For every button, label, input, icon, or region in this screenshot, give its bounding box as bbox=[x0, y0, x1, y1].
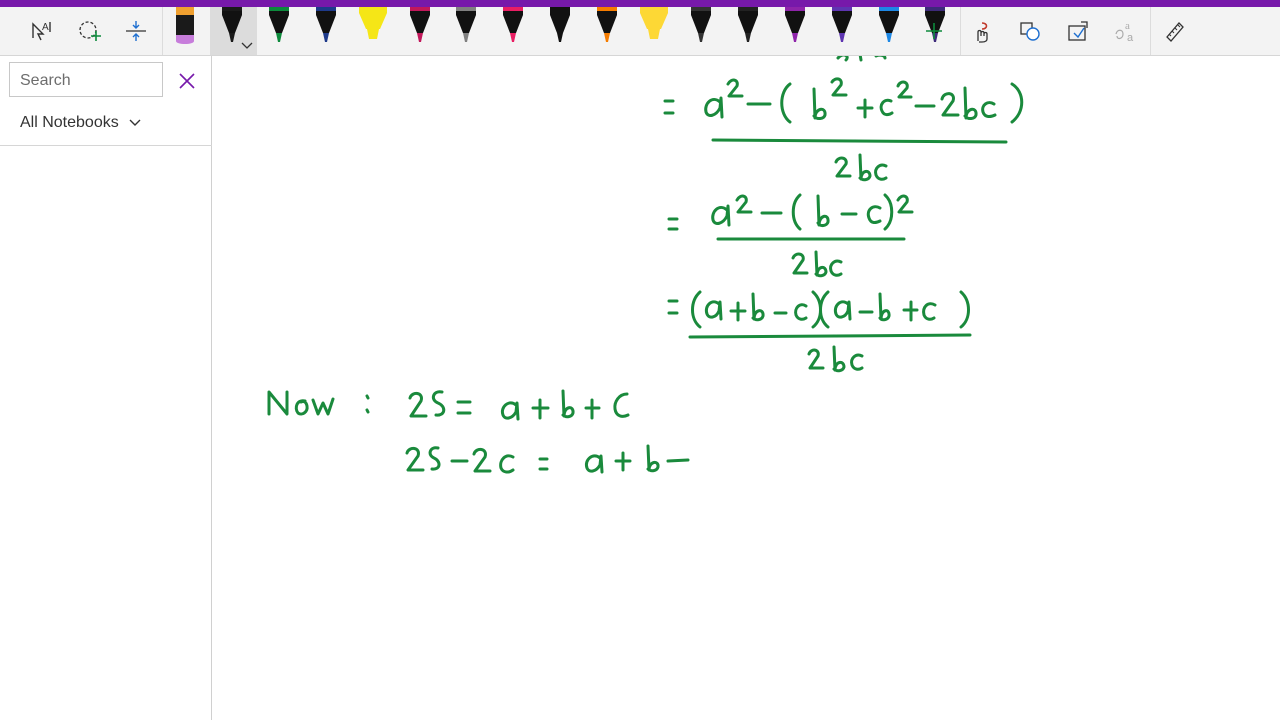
pen-icon bbox=[737, 7, 758, 42]
pen-icon bbox=[784, 7, 805, 42]
pen-icon bbox=[176, 7, 194, 44]
pen-5[interactable] bbox=[358, 7, 388, 55]
pen-icon bbox=[409, 7, 430, 42]
pen-9[interactable] bbox=[545, 7, 575, 55]
insert-space-icon[interactable] bbox=[118, 7, 154, 55]
chevron-down-icon[interactable] bbox=[240, 39, 254, 53]
pen-14[interactable] bbox=[780, 7, 810, 55]
pen-15[interactable] bbox=[827, 7, 857, 55]
pen-icon bbox=[503, 7, 524, 42]
search-scope-dropdown[interactable]: All Notebooks bbox=[20, 112, 141, 134]
pen-1[interactable] bbox=[170, 7, 200, 55]
pen-16[interactable] bbox=[874, 7, 904, 55]
pen-4[interactable] bbox=[311, 7, 341, 55]
shapes-icon[interactable] bbox=[1014, 7, 1046, 55]
ink-line-2 bbox=[667, 193, 914, 278]
ink-to-shape-hand-icon[interactable] bbox=[966, 7, 998, 55]
svg-text:a: a bbox=[1127, 32, 1134, 44]
pen-icon bbox=[358, 7, 387, 39]
ink-to-text-icon[interactable]: aa bbox=[1110, 7, 1142, 55]
pen-10[interactable] bbox=[592, 7, 622, 55]
title-accent-bar bbox=[0, 0, 1280, 7]
note-canvas[interactable] bbox=[213, 56, 1280, 720]
convert-ink-icon[interactable] bbox=[1062, 7, 1094, 55]
search-box bbox=[9, 62, 163, 97]
toolbar-separator bbox=[1150, 7, 1151, 55]
divider bbox=[0, 145, 212, 146]
add-pen-icon[interactable] bbox=[918, 7, 950, 55]
pen-7[interactable] bbox=[451, 7, 481, 55]
pen-selected[interactable] bbox=[264, 7, 294, 55]
pen-6[interactable] bbox=[405, 7, 435, 55]
ink-line-1 bbox=[663, 56, 1024, 182]
pen-icon bbox=[315, 7, 336, 42]
ink-line-5 bbox=[405, 444, 690, 474]
pen-icon bbox=[640, 7, 668, 39]
svg-text:a: a bbox=[1125, 20, 1130, 32]
svg-text:A: A bbox=[42, 22, 49, 33]
search-scope-label: All Notebooks bbox=[20, 114, 119, 131]
pen-icon bbox=[550, 7, 571, 42]
search-pane: All Notebooks bbox=[0, 56, 212, 720]
search-input[interactable] bbox=[18, 65, 162, 97]
add-space-select-icon[interactable] bbox=[72, 7, 108, 55]
close-icon[interactable] bbox=[174, 68, 200, 94]
handwritten-ink bbox=[267, 56, 1024, 474]
pen-8[interactable] bbox=[498, 7, 528, 55]
ruler-icon[interactable] bbox=[1158, 7, 1192, 55]
ink-line-3 bbox=[667, 290, 972, 373]
lasso-select-icon[interactable]: A bbox=[24, 7, 60, 55]
pen-icon bbox=[597, 7, 618, 42]
pen-icon bbox=[878, 7, 899, 42]
pen-12[interactable] bbox=[686, 7, 716, 55]
toolbar-separator bbox=[960, 7, 961, 55]
draw-toolbar: A aa bbox=[0, 7, 1280, 56]
pen-icon bbox=[690, 7, 711, 42]
pen-13[interactable] bbox=[733, 7, 763, 55]
ink-line-4 bbox=[267, 389, 630, 421]
pen-icon bbox=[268, 7, 289, 42]
pen-icon bbox=[831, 7, 852, 42]
chevron-down-icon bbox=[129, 119, 141, 126]
pen-icon bbox=[456, 7, 477, 42]
toolbar-separator bbox=[162, 7, 163, 55]
pen-11[interactable] bbox=[639, 7, 669, 55]
